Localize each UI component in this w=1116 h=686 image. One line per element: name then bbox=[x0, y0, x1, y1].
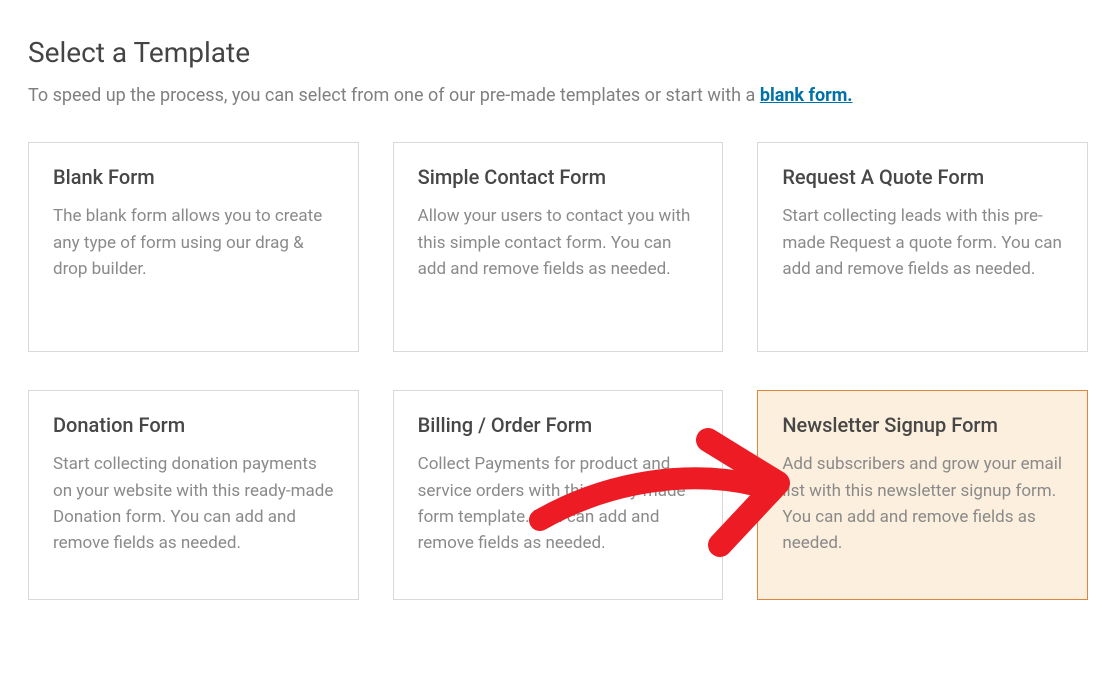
template-description: Start collecting leads with this pre-mad… bbox=[782, 203, 1063, 282]
template-card-donation-form[interactable]: Donation Form Start collecting donation … bbox=[28, 390, 359, 600]
template-title: Billing / Order Form bbox=[418, 413, 699, 437]
template-title: Request A Quote Form bbox=[782, 165, 1063, 189]
template-description: The blank form allows you to create any … bbox=[53, 203, 334, 282]
template-title: Simple Contact Form bbox=[418, 165, 699, 189]
template-description: Add subscribers and grow your email list… bbox=[782, 451, 1063, 556]
template-title: Blank Form bbox=[53, 165, 334, 189]
template-card-newsletter-signup-form[interactable]: Newsletter Signup Form Add subscribers a… bbox=[757, 390, 1088, 600]
template-card-request-quote-form[interactable]: Request A Quote Form Start collecting le… bbox=[757, 142, 1088, 352]
template-grid: Blank Form The blank form allows you to … bbox=[28, 142, 1088, 600]
template-card-simple-contact-form[interactable]: Simple Contact Form Allow your users to … bbox=[393, 142, 724, 352]
template-card-blank-form[interactable]: Blank Form The blank form allows you to … bbox=[28, 142, 359, 352]
template-title: Donation Form bbox=[53, 413, 334, 437]
blank-form-link[interactable]: blank form. bbox=[760, 85, 853, 106]
template-title: Newsletter Signup Form bbox=[782, 413, 1063, 437]
template-description: Collect Payments for product and service… bbox=[418, 451, 699, 556]
template-card-billing-order-form[interactable]: Billing / Order Form Collect Payments fo… bbox=[393, 390, 724, 600]
page-title: Select a Template bbox=[28, 36, 1088, 69]
template-description: Start collecting donation payments on yo… bbox=[53, 451, 334, 556]
page-subtitle: To speed up the process, you can select … bbox=[28, 83, 1088, 108]
subtitle-text: To speed up the process, you can select … bbox=[28, 85, 760, 106]
template-description: Allow your users to contact you with thi… bbox=[418, 203, 699, 282]
